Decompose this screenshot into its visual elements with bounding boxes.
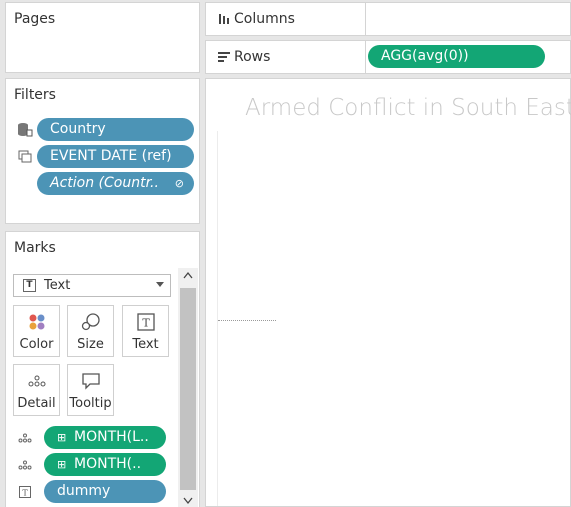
rows-pill-agg[interactable]: AGG(avg(0)) [368, 45, 545, 68]
filters-title: Filters [14, 87, 56, 103]
plus-box-icon: ⊞ [57, 458, 67, 471]
size-button[interactable]: Size [67, 305, 114, 357]
mark-field-month-2[interactable]: ⊞ MONTH(.. [44, 453, 166, 476]
detail-label: Detail [17, 396, 56, 411]
mark-field-row-2: ⊞ MONTH(.. [14, 453, 174, 476]
filter-row-country: Country [14, 118, 194, 141]
filter-row-action: Action (Countr.. ⊘ [14, 172, 194, 195]
columns-icon [216, 3, 232, 35]
database-icon [14, 121, 36, 138]
view-dotted-line [218, 320, 276, 321]
tooltip-button[interactable]: Tooltip [67, 364, 114, 416]
detail-dots-icon [14, 429, 36, 446]
speech-bubble-icon [68, 371, 113, 391]
tooltip-label: Tooltip [69, 396, 112, 411]
columns-label: Columns [234, 11, 295, 27]
filter-pill-event-date[interactable]: EVENT DATE (ref) [37, 145, 194, 168]
mark-field-row-3: T dummy [14, 480, 174, 503]
size-label: Size [77, 337, 104, 352]
view-title: Armed Conflict in South East [245, 95, 571, 121]
text-label: Text [132, 337, 159, 352]
plus-box-icon: ⊞ [57, 431, 67, 444]
filter-pill-action-label: Action (Countr.. [50, 175, 159, 191]
rows-shelf[interactable]: Rows AGG(avg(0)) [205, 40, 571, 74]
text-box-icon: T [23, 279, 36, 292]
rows-shelf-label: Rows [214, 41, 366, 73]
svg-text:T: T [142, 317, 150, 330]
color-button[interactable]: Color [13, 305, 60, 357]
view-axis-line [217, 131, 218, 506]
filter-row-event-date: EVENT DATE (ref) [14, 145, 194, 168]
detail-dots-icon [14, 371, 59, 391]
mark-field-month-1[interactable]: ⊞ MONTH(L.. [44, 426, 166, 449]
detail-button[interactable]: Detail [13, 364, 60, 416]
detail-dots-icon [14, 456, 36, 473]
color-dots-icon [14, 312, 59, 332]
mark-field-month-1-label: MONTH(L.. [74, 429, 149, 445]
scroll-thumb[interactable] [180, 288, 196, 490]
view-canvas[interactable]: Armed Conflict in South East [205, 78, 571, 507]
marks-scrollbar[interactable] [178, 268, 198, 507]
columns-shelf-label: Columns [214, 3, 366, 35]
link-icon: ⊘ [174, 177, 184, 190]
filter-pill-action[interactable]: Action (Countr.. ⊘ [37, 172, 194, 195]
marks-title: Marks [14, 240, 56, 256]
rows-icon [216, 41, 232, 73]
filter-pill-country[interactable]: Country [37, 118, 194, 141]
copy-icon [14, 148, 36, 165]
chevron-down-icon [156, 282, 164, 287]
chevron-up-icon[interactable] [183, 271, 193, 281]
mark-type-label: Text [44, 278, 71, 293]
columns-shelf[interactable]: Columns [205, 2, 571, 36]
pages-title: Pages [14, 11, 56, 27]
filters-card: Filters Country EVENT DATE (ref) Action … [5, 78, 200, 224]
text-button[interactable]: T Text [122, 305, 169, 357]
size-circles-icon [68, 312, 113, 332]
pages-card: Pages [5, 2, 200, 73]
rows-label: Rows [234, 49, 271, 65]
marks-card: Marks T Text Color Size T Text Detail To… [5, 231, 200, 507]
mark-type-dropdown[interactable]: T Text [13, 274, 171, 297]
mark-field-month-2-label: MONTH(.. [74, 456, 142, 472]
color-label: Color [19, 337, 54, 352]
chevron-down-icon[interactable] [183, 497, 193, 507]
svg-text:T: T [22, 488, 28, 497]
text-box-icon: T [123, 312, 168, 332]
mark-field-row-1: ⊞ MONTH(L.. [14, 426, 174, 449]
text-box-icon: T [14, 483, 36, 500]
mark-field-dummy[interactable]: dummy [44, 480, 166, 503]
